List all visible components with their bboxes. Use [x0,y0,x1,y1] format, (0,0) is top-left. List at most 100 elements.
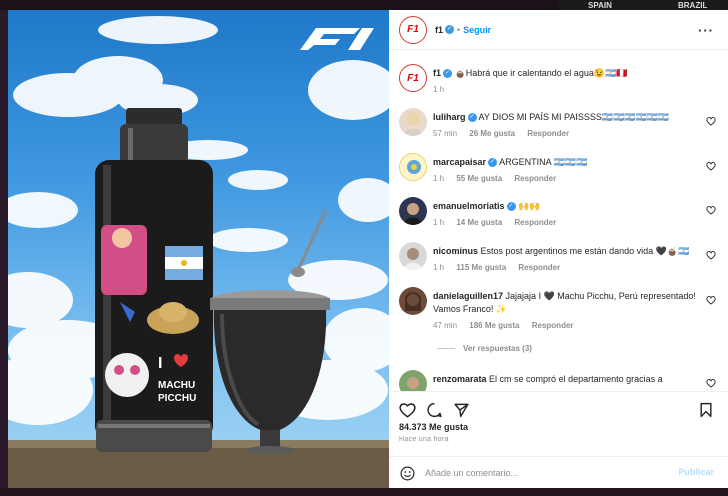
heart-icon[interactable] [706,205,716,215]
comment-avatar[interactable] [399,197,427,225]
reply-button[interactable]: Responder [514,218,556,227]
author-username[interactable]: f1 [435,25,443,35]
comment-text: nicominus Estos post argentinos me están… [433,245,703,258]
comment-item: renzomarata El cm se compró el departame… [389,370,728,391]
comment-item: nicominus Estos post argentinos me están… [389,242,728,286]
verified-badge-icon: ✓ [467,113,477,123]
comment-time: 1 h [433,263,445,272]
sticker-i: I [158,355,162,372]
user-photo-icon [404,203,422,225]
comment-username[interactable]: nicominus [433,246,478,256]
reply-button[interactable]: Responder [527,129,569,138]
comment-input[interactable] [425,465,665,481]
caption-avatar[interactable]: F1 [399,64,427,92]
likes-count[interactable]: 84.373 Me gusta [399,422,468,432]
comment-avatar[interactable] [399,287,427,315]
skull-sticker [105,353,149,397]
emoji-icon[interactable] [400,466,415,481]
comment-text: renzomarata El cm se compró el departame… [433,373,703,386]
heart-icon[interactable] [399,402,416,418]
comment-username[interactable]: renzomarata [433,374,487,384]
verified-badge-icon: ✓ [488,158,498,168]
reply-button[interactable]: Responder [514,174,556,183]
reply-button[interactable]: Responder [518,263,560,272]
sticker-machu: MACHU [158,380,195,391]
comment-meta: 1 h 115 Me gusta Responder [433,263,570,272]
background-label-spain: SPAIN [588,1,612,10]
heart-icon[interactable] [706,378,716,388]
user-photo-icon [407,377,419,389]
add-comment-bar: Publicar [389,456,728,488]
comment-likes[interactable]: 115 Me gusta [456,263,506,272]
comment-avatar[interactable] [399,242,427,270]
comment-meta: 47 min 186 Me gusta Responder [433,321,584,330]
user-photo-icon [404,112,422,136]
bookmark-icon[interactable] [699,402,713,418]
more-options-icon[interactable]: ··· [698,23,714,38]
comment-text: luliharg ✓ AY DIOS MI PAÍS MI PAISSSS🇦🇷🇦🇷… [433,111,703,124]
comment-likes[interactable]: 26 Me gusta [469,129,515,138]
comment-likes[interactable]: 14 Me gusta [456,218,502,227]
post-caption: F1 f1 ✓ 🧉Habrá que ir calentando el agua😉… [389,64,728,108]
background-label-brazil: BRAZIL [678,1,708,10]
comment-avatar[interactable] [399,153,427,181]
comment-likes[interactable]: 186 Me gusta [469,321,519,330]
user-photo-icon [405,292,421,311]
comment-meta: 57 min 26 Me gusta Responder [433,129,579,138]
post-image[interactable]: I MACHU PICCHU [8,10,389,488]
separator-dot: • [457,24,461,35]
post-side-panel: F1 f1 ✓ • Seguir ··· F1 f1 ✓ 🧉Habrá que i… [389,10,728,488]
post-illustration: I MACHU PICCHU [8,16,389,488]
heart-icon[interactable] [706,116,716,126]
verified-badge-icon: ✓ [445,25,455,34]
comment-likes[interactable]: 55 Me gusta [456,174,502,183]
comment-avatar[interactable] [399,108,427,136]
thermos: I MACHU PICCHU [95,108,213,452]
publish-button[interactable]: Publicar [678,467,714,477]
user-photo-icon [407,160,421,174]
caption-meta: 1 h [433,85,454,94]
caption-time: 1 h [433,85,445,94]
verified-badge-icon: ✓ [443,69,453,79]
verified-badge-icon: ✓ [506,202,516,212]
caption-username[interactable]: f1 [433,68,441,78]
comment-body: Estos post argentinos me están dando vid… [480,246,690,256]
caption-text: f1 ✓ 🧉Habrá que ir calentando el agua😉🇦🇷🇵… [433,67,703,80]
heart-icon[interactable] [706,161,716,171]
comment-body: AY DIOS MI PAÍS MI PAISSSS🇦🇷🇦🇷🇦🇷🇦🇷🇦🇷🇦🇷 [478,112,670,122]
comment-item: marcapaisar ✓ ARGENTINA 🇦🇷🇦🇷🇦🇷 1 h 55 Me … [389,153,728,197]
comment-item: emanuelmoriatis ✓ 🙌🙌 1 h 14 Me gusta Resp… [389,197,728,241]
heart-icon[interactable] [706,250,716,260]
comment-text: emanuelmoriatis ✓ 🙌🙌 [433,200,703,213]
caption-avatar-logo: F1 [407,72,419,84]
heart-icon[interactable] [706,295,716,305]
reply-button[interactable]: Responder [532,321,574,330]
comment-item: danielaguillen17 Jajajaja I 🖤 Machu Picc… [389,287,728,361]
follow-button[interactable]: Seguir [463,25,491,35]
comment-username[interactable]: luliharg [433,112,466,122]
post-header: F1 f1 ✓ • Seguir ··· [389,10,728,50]
view-replies-button[interactable]: Ver respuestas (3) [437,344,532,353]
comment-username[interactable]: danielaguillen17 [433,291,503,301]
comment-time: 1 h [433,218,445,227]
sticker-picchu: PICCHU [158,393,196,404]
background-overlay-left [0,0,8,496]
comment-text: danielaguillen17 Jajajaja I 🖤 Machu Picc… [433,290,703,316]
share-icon[interactable] [453,402,470,418]
comment-username[interactable]: emanuelmoriatis [433,201,505,211]
caption-body: 🧉Habrá que ir calentando el agua😉🇦🇷🇵🇪 [454,68,628,78]
comment-body: El cm se compró el departamento gracias … [489,374,663,384]
comment-username[interactable]: marcapaisar [433,157,486,167]
comment-body: 🙌🙌 [518,201,541,211]
author-avatar-logo: F1 [407,24,419,35]
comment-avatar[interactable] [399,370,427,391]
comment-item: luliharg ✓ AY DIOS MI PAÍS MI PAISSSS🇦🇷🇦🇷… [389,108,728,152]
post-timestamp: Hace una hora [399,436,449,443]
comment-meta: 1 h 14 Me gusta Responder [433,218,566,227]
author-avatar[interactable]: F1 [399,15,427,44]
comment-icon[interactable] [426,402,443,418]
comments-list[interactable]: F1 f1 ✓ 🧉Habrá que ir calentando el agua😉… [389,51,728,391]
comment-meta: 1 h 55 Me gusta Responder [433,174,566,183]
comment-time: 1 h [433,174,445,183]
user-photo-icon [404,248,422,270]
